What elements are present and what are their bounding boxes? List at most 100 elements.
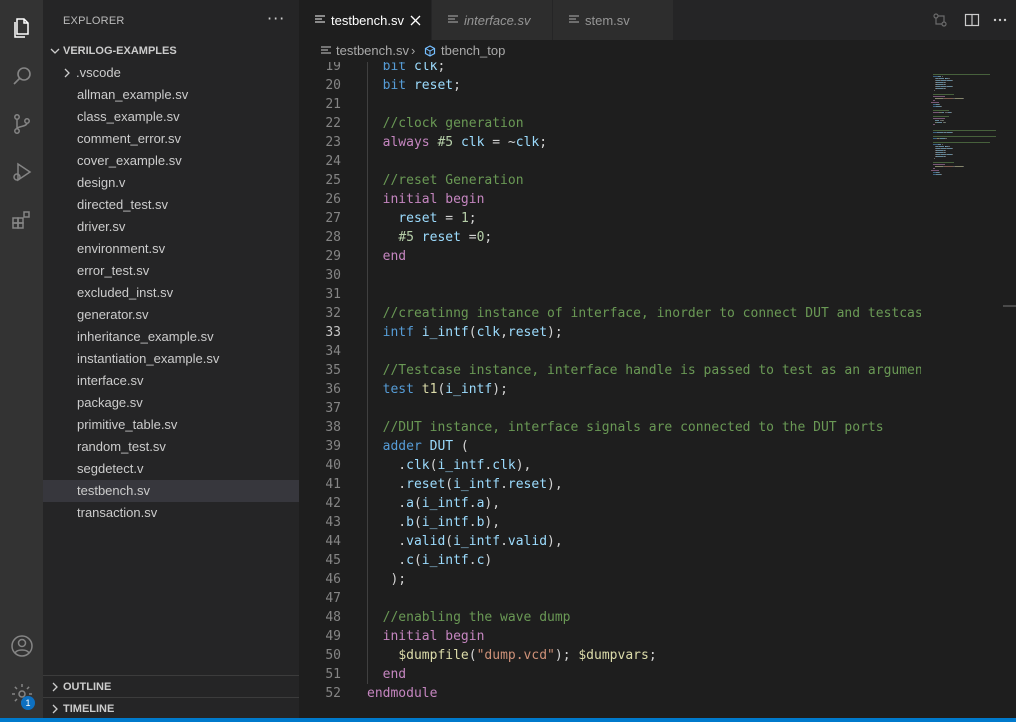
- tab-interface[interactable]: interface.sv: [432, 0, 552, 40]
- explorer-icon[interactable]: [0, 8, 43, 48]
- file-lines-icon: [315, 15, 325, 23]
- code-token: i_intf: [421, 515, 469, 530]
- code-line[interactable]: 32 //creatinng instance of interface, in…: [299, 304, 921, 323]
- tree-file-item[interactable]: testbench.sv: [43, 480, 299, 502]
- more-actions-icon[interactable]: ···: [267, 9, 285, 28]
- tree-file-item[interactable]: cover_example.sv: [43, 150, 299, 172]
- code-line[interactable]: 35 //Testcase instance, interface handle…: [299, 361, 921, 380]
- code-line[interactable]: 37: [299, 399, 921, 418]
- minimap-line: [938, 76, 941, 77]
- tree-file-item[interactable]: comment_error.sv: [43, 128, 299, 150]
- code-line[interactable]: 29 end: [299, 247, 921, 266]
- code-token: i_intf: [445, 382, 493, 397]
- line-text: //Testcase instance, interface handle is…: [367, 361, 921, 380]
- line-number: 38: [325, 420, 341, 435]
- line-number: 33: [325, 325, 341, 340]
- code-token: a: [406, 496, 414, 511]
- source-control-icon[interactable]: [0, 104, 43, 144]
- manage-gear-icon[interactable]: [0, 674, 43, 714]
- tree-file-item[interactable]: inheritance_example.sv: [43, 326, 299, 348]
- code-token: .: [468, 553, 477, 568]
- tree-file-item[interactable]: allman_example.sv: [43, 84, 299, 106]
- tree-folder-item[interactable]: .vscode: [43, 62, 299, 84]
- run-debug-icon[interactable]: [0, 152, 43, 192]
- minimap[interactable]: [921, 62, 1016, 722]
- tab-stem[interactable]: stem.sv: [553, 0, 673, 40]
- code-line[interactable]: 22 //clock generation: [299, 114, 921, 133]
- tree-file-item[interactable]: interface.sv: [43, 370, 299, 392]
- code-line[interactable]: 43 .b(i_intf.b),: [299, 513, 921, 532]
- code-line[interactable]: 45 .c(i_intf.c): [299, 551, 921, 570]
- compare-changes-icon[interactable]: [932, 12, 948, 28]
- tree-item-label: driver.sv: [77, 219, 126, 234]
- code-line[interactable]: 47: [299, 589, 921, 608]
- code-line[interactable]: 38 //DUT instance, interface signals are…: [299, 418, 921, 437]
- code-token: (: [413, 496, 422, 511]
- code-line[interactable]: 36 test t1(i_intf);: [299, 380, 921, 399]
- code-token: $dumpvars: [578, 648, 649, 663]
- tree-file-item[interactable]: directed_test.sv: [43, 194, 299, 216]
- tree-file-item[interactable]: driver.sv: [43, 216, 299, 238]
- code-line[interactable]: 34: [299, 342, 921, 361]
- code-line[interactable]: 23 always #5 clk = ~clk;: [299, 133, 921, 152]
- tree-file-item[interactable]: transaction.sv: [43, 502, 299, 524]
- tree-file-item[interactable]: random_test.sv: [43, 436, 299, 458]
- tree-file-item[interactable]: environment.sv: [43, 238, 299, 260]
- more-actions-icon[interactable]: [992, 12, 1008, 28]
- tree-file-item[interactable]: instantiation_example.sv: [43, 348, 299, 370]
- breadcrumb-separator: ›: [411, 43, 416, 58]
- code-line[interactable]: 24: [299, 152, 921, 171]
- code-line[interactable]: 27 reset = 1;: [299, 209, 921, 228]
- line-text: .c(i_intf.c): [367, 551, 492, 570]
- timeline-section-header[interactable]: TIMELINE: [43, 697, 299, 720]
- code-line[interactable]: 50 $dumpfile("dump.vcd"); $dumpvars;: [299, 646, 921, 665]
- line-text: //clock generation: [367, 114, 524, 133]
- code-line[interactable]: 28 #5 reset =0;: [299, 228, 921, 247]
- code-line[interactable]: 42 .a(i_intf.a),: [299, 494, 921, 513]
- tree-file-item[interactable]: class_example.sv: [43, 106, 299, 128]
- code-token: =: [460, 230, 477, 245]
- tree-file-item[interactable]: package.sv: [43, 392, 299, 414]
- search-icon[interactable]: [0, 56, 43, 96]
- tab-testbench[interactable]: testbench.sv: [299, 0, 431, 40]
- close-icon[interactable]: [410, 15, 421, 26]
- code-line[interactable]: 19 bit clk;: [299, 62, 921, 76]
- code-line[interactable]: 39 adder DUT (: [299, 437, 921, 456]
- line-number: 45: [325, 553, 341, 568]
- breadcrumb-symbol[interactable]: tbench_top: [441, 40, 505, 62]
- code-line[interactable]: 48 //enabling the wave dump: [299, 608, 921, 627]
- code-editor[interactable]: 19 bit clk; 20 bit reset; 21 22 //clock gen…: [299, 62, 921, 722]
- outline-label: OUTLINE: [63, 681, 112, 693]
- code-line[interactable]: 46 );: [299, 570, 921, 589]
- folder-section-header[interactable]: VERILOG-EXAMPLES: [43, 40, 299, 62]
- code-line[interactable]: 25 //reset Generation: [299, 171, 921, 190]
- line-text: //enabling the wave dump: [367, 608, 571, 627]
- breadcrumb-file[interactable]: testbench.sv: [336, 40, 409, 62]
- code-token: (: [413, 553, 422, 568]
- tree-file-item[interactable]: generator.sv: [43, 304, 299, 326]
- code-line[interactable]: 44 .valid(i_intf.valid),: [299, 532, 921, 551]
- code-line[interactable]: 51 end: [299, 665, 921, 684]
- code-token: ;: [484, 230, 493, 245]
- code-line[interactable]: 20 bit reset;: [299, 76, 921, 95]
- code-line[interactable]: 41 .reset(i_intf.reset),: [299, 475, 921, 494]
- tree-file-item[interactable]: design.v: [43, 172, 299, 194]
- minimap-line: [941, 144, 943, 145]
- code-line[interactable]: 49 initial begin: [299, 627, 921, 646]
- code-line[interactable]: 21: [299, 95, 921, 114]
- code-line[interactable]: 31: [299, 285, 921, 304]
- tree-file-item[interactable]: excluded_inst.sv: [43, 282, 299, 304]
- code-token: .: [500, 534, 508, 549]
- code-line[interactable]: 40 .clk(i_intf.clk),: [299, 456, 921, 475]
- outline-section-header[interactable]: OUTLINE: [43, 675, 299, 698]
- extensions-icon[interactable]: [0, 200, 43, 240]
- tree-file-item[interactable]: primitive_table.sv: [43, 414, 299, 436]
- code-line[interactable]: 26 initial begin: [299, 190, 921, 209]
- split-editor-icon[interactable]: [964, 12, 980, 28]
- code-line[interactable]: 30: [299, 266, 921, 285]
- code-line[interactable]: 52 endmodule: [299, 684, 921, 703]
- account-icon[interactable]: [0, 626, 43, 666]
- tree-file-item[interactable]: segdetect.v: [43, 458, 299, 480]
- tree-file-item[interactable]: error_test.sv: [43, 260, 299, 282]
- code-line[interactable]: 33 intf i_intf(clk,reset);: [299, 323, 921, 342]
